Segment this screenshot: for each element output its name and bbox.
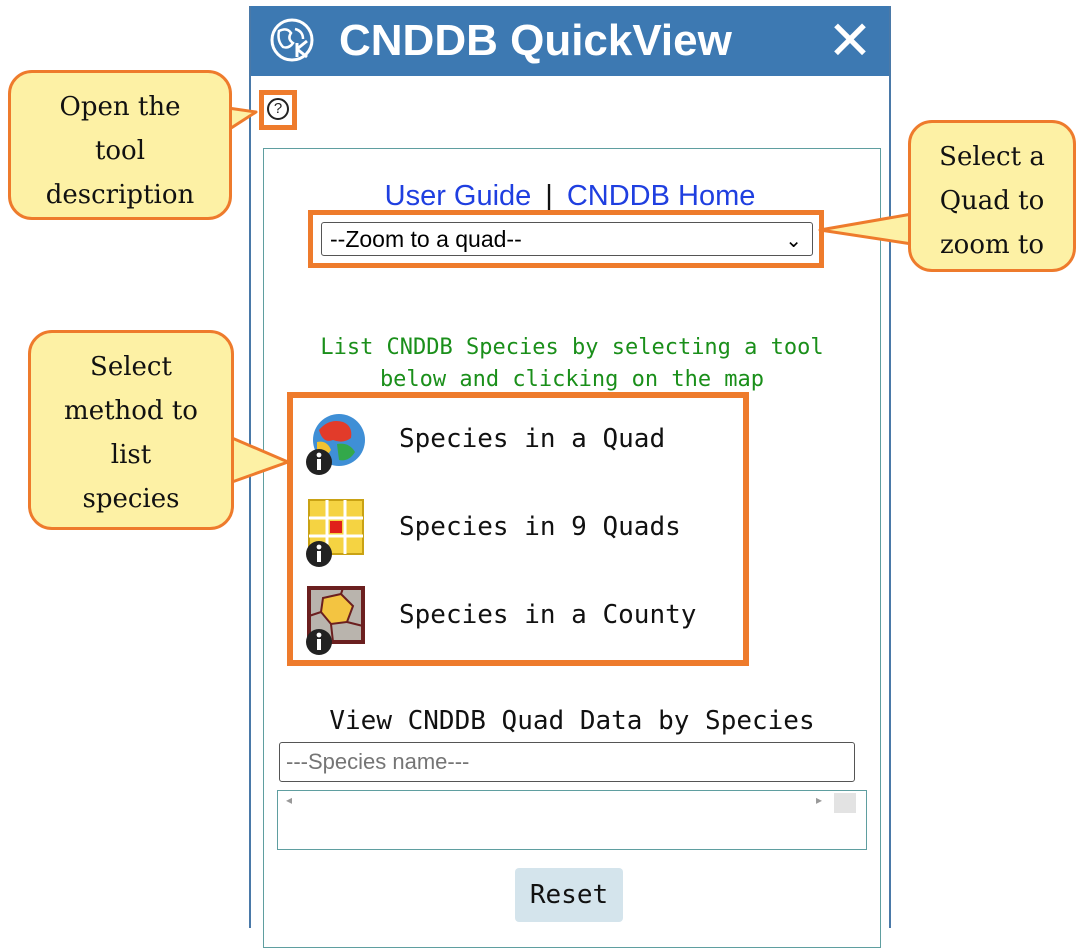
callout-line: Quad to <box>939 186 1045 216</box>
callout-quad: Select a Quad to zoom to <box>908 120 1076 272</box>
callout-help: Open the tool description <box>8 70 232 220</box>
callout-line: description <box>45 180 195 210</box>
callout-line: Select <box>90 352 172 382</box>
callout-method: Select method to list species <box>28 330 234 530</box>
callout-line: zoom to <box>939 230 1045 260</box>
callout-line: tool <box>94 136 146 166</box>
callout-line: list <box>110 440 152 470</box>
callout-line: Select a <box>939 142 1045 172</box>
callout-line: Open the <box>59 92 181 122</box>
callout-line: method to <box>64 396 198 426</box>
callout-line: species <box>82 484 180 514</box>
